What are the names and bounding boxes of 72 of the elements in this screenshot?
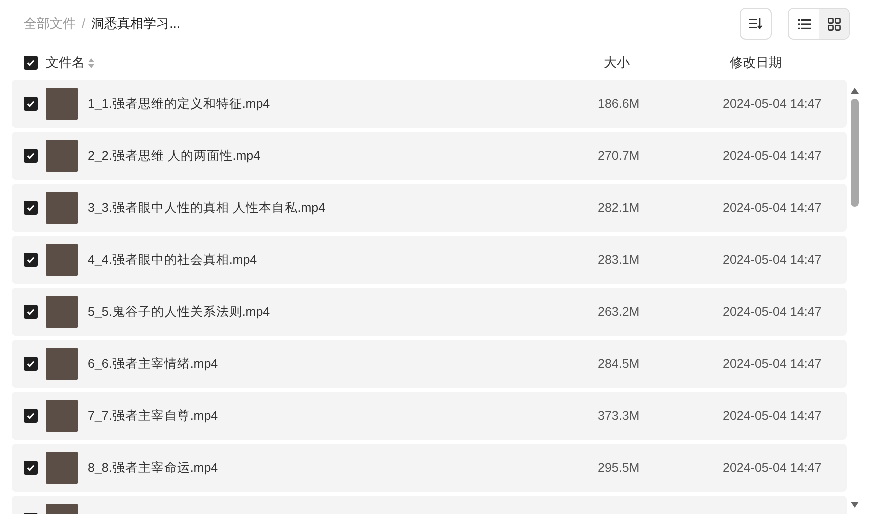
file-name: 1_1.强者思维的定义和特征.mp4 <box>88 96 272 113</box>
column-header: 修改日期 <box>730 54 782 72</box>
scrollbar-thumb[interactable] <box>851 99 859 207</box>
file-name: 3_3.强者眼中人性的真相 人性本自私.mp4 <box>88 200 327 217</box>
checkbox[interactable] <box>24 56 38 70</box>
modified-date: 2024-05-04 14:47 <box>723 304 822 321</box>
check-icon <box>26 307 36 317</box>
check-icon <box>26 255 36 265</box>
modified-date: 2024-05-04 14:47 <box>723 148 822 165</box>
checkbox[interactable] <box>24 201 38 215</box>
breadcrumb-link[interactable]: 洞悉真相学习... <box>92 14 180 34</box>
file-name: 7_7.强者主宰自尊.mp4 <box>88 408 220 425</box>
modified-date: 2024-05-04 14:47 <box>723 356 822 373</box>
file-size: 295.5M <box>598 460 641 477</box>
file-size: 283.1M <box>598 252 641 269</box>
scroll-up-icon <box>851 88 859 94</box>
file-row[interactable]: 5_5.鬼谷子的人性关系法则.mp4 263.2M 2024-05-04 14:47 <box>12 288 847 336</box>
check-icon <box>26 203 36 213</box>
file-row[interactable]: 7_7.强者主宰自尊.mp4 373.3M 2024-05-04 14:47 <box>12 392 847 440</box>
video-thumbnail <box>46 348 78 380</box>
check-icon <box>26 463 36 473</box>
check-icon <box>26 411 36 421</box>
file-name: 8_8.强者主宰命运.mp4 <box>88 460 220 477</box>
modified-date: 2024-05-04 14:47 <box>723 252 822 269</box>
modified-date: 2024-05-04 14:47 <box>723 408 822 425</box>
checkbox[interactable] <box>24 97 38 111</box>
view-mode-button[interactable] <box>819 9 849 39</box>
file-row[interactable]: 1_1.强者思维的定义和特征.mp4 186.6M 2024-05-04 14:47 <box>12 80 847 128</box>
sort-button[interactable] <box>740 8 772 40</box>
file-row[interactable]: 3_3.强者眼中人性的真相 人性本自私.mp4 282.1M 2024-05-04 14:47 <box>12 184 847 232</box>
video-thumbnail <box>46 400 78 432</box>
check-icon <box>26 359 36 369</box>
check-icon <box>26 58 36 68</box>
modified-date: 2024-05-04 14:47 <box>723 96 822 113</box>
column-header[interactable]: 文件名 <box>46 53 85 73</box>
checkbox[interactable] <box>24 409 38 423</box>
checkbox[interactable] <box>24 149 38 163</box>
file-name: 6_6.强者主宰情绪.mp4 <box>88 356 220 373</box>
video-thumbnail <box>46 244 78 276</box>
checkbox[interactable] <box>24 357 38 371</box>
file-size: 270.7M <box>598 148 641 165</box>
file-name: 5_5.鬼谷子的人性关系法则.mp4 <box>88 304 272 321</box>
check-icon <box>26 99 36 109</box>
file-size: 282.1M <box>598 200 641 217</box>
breadcrumb-separator: / <box>82 15 86 34</box>
video-thumbnail <box>46 296 78 328</box>
file-size: 284.5M <box>598 356 641 373</box>
video-thumbnail <box>46 140 78 172</box>
file-row[interactable]: 8_8.强者主宰命运.mp4 295.5M 2024-05-04 14:47 <box>12 444 847 492</box>
modified-date: 2024-05-04 14:47 <box>723 460 822 477</box>
file-size: 186.6M <box>598 96 641 113</box>
sort-icon <box>749 18 763 30</box>
checkbox[interactable] <box>24 461 38 475</box>
grid-view-icon <box>828 18 840 30</box>
list-view-icon <box>798 18 810 30</box>
check-icon <box>26 151 36 161</box>
video-thumbnail <box>46 452 78 484</box>
video-thumbnail <box>46 88 78 120</box>
scroll-down-icon <box>851 502 859 508</box>
video-thumbnail <box>46 192 78 224</box>
file-row[interactable]: 4_4.强者眼中的社会真相.mp4 283.1M 2024-05-04 14:47 <box>12 236 847 284</box>
checkbox[interactable] <box>24 253 38 267</box>
checkbox[interactable] <box>24 305 38 319</box>
file-name: 2_2.强者思维 人的两面性.mp4 <box>88 148 262 165</box>
column-header: 大小 <box>604 54 631 72</box>
file-size: 263.2M <box>598 304 641 321</box>
file-size: 373.3M <box>598 408 641 425</box>
sort-arrows-icon <box>88 58 95 68</box>
file-row[interactable]: 2_2.强者思维 人的两面性.mp4 270.7M 2024-05-04 14:47 <box>12 132 847 180</box>
modified-date: 2024-05-04 14:47 <box>723 200 822 217</box>
file-name: 4_4.强者眼中的社会真相.mp4 <box>88 252 258 269</box>
file-row[interactable]: 6_6.强者主宰情绪.mp4 284.5M 2024-05-04 14:47 <box>12 340 847 388</box>
